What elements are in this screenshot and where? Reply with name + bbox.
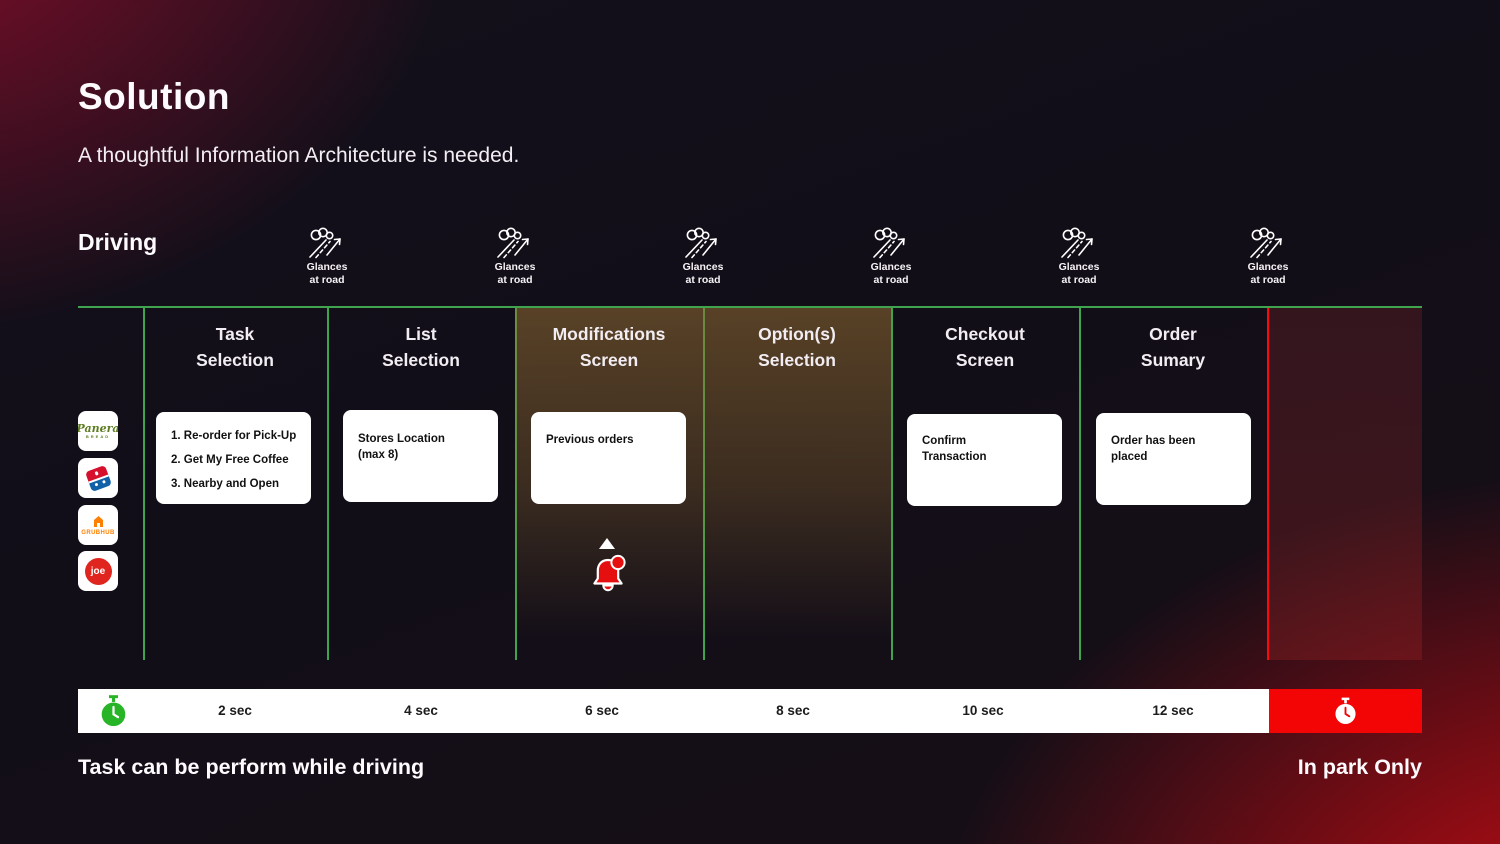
- footer-park-only-label: In park Only: [1298, 755, 1422, 780]
- card-line: Order has been: [1111, 433, 1241, 449]
- pointer-up-icon: [599, 538, 615, 549]
- stopwatch-green-icon: [100, 695, 127, 728]
- card-list-selection: Stores Location (max 8): [343, 410, 498, 502]
- card-task-selection: 1. Re-order for Pick-Up 2. Get My Free C…: [156, 412, 311, 504]
- glance-marker: Glancesat road: [1024, 227, 1134, 287]
- column-header-modifications-screen: ModificationsScreen: [515, 321, 703, 373]
- app-tile-panera: Panera BREAD: [78, 411, 118, 451]
- app-tile-joe: joe: [78, 551, 118, 591]
- card-line: placed: [1111, 449, 1241, 465]
- column-header-order-summary: OrderSumary: [1079, 321, 1267, 373]
- card-line: 2. Get My Free Coffee: [171, 452, 301, 468]
- grubhub-logo-icon: [91, 515, 106, 529]
- card-order-summary: Order has been placed: [1096, 413, 1251, 505]
- page-title: Solution: [78, 76, 230, 118]
- card-checkout-screen: Confirm Transaction: [907, 414, 1062, 506]
- glance-marker: Glancesat road: [460, 227, 570, 287]
- glance-label: Glancesat road: [836, 261, 946, 287]
- glance-marker: Glancesat road: [836, 227, 946, 287]
- glances-at-road-icon: [1059, 227, 1099, 259]
- glance-label: Glancesat road: [1024, 261, 1134, 287]
- column-header-task-selection: TaskSelection: [141, 321, 329, 373]
- glances-at-road-icon: [1248, 227, 1288, 259]
- column-header-list-selection: ListSelection: [327, 321, 515, 373]
- app-tile-grubhub: GRUBHUB: [78, 505, 118, 545]
- time-label: 8 sec: [733, 703, 853, 718]
- time-label: 12 sec: [1113, 703, 1233, 718]
- time-label: 10 sec: [923, 703, 1043, 718]
- card-modifications-screen: Previous orders: [531, 412, 686, 504]
- column-header-options-selection: Option(s)Selection: [703, 321, 891, 373]
- card-line: Stores Location: [358, 431, 488, 447]
- time-label: 4 sec: [361, 703, 481, 718]
- app-tile-dominos: [78, 458, 118, 498]
- park-only-time-bar: [1269, 689, 1422, 733]
- glance-marker: Glancesat road: [648, 227, 758, 287]
- glances-at-road-icon: [871, 227, 911, 259]
- dominos-logo: [85, 465, 112, 492]
- glance-marker: Glancesat road: [272, 227, 382, 287]
- slide: Solution A thoughtful Information Archit…: [0, 0, 1500, 844]
- page-subtitle: A thoughtful Information Architecture is…: [78, 144, 519, 168]
- park-only-zone: [1269, 308, 1422, 660]
- time-label: 6 sec: [542, 703, 662, 718]
- card-line: 1. Re-order for Pick-Up: [171, 428, 301, 444]
- glance-label: Glancesat road: [648, 261, 758, 287]
- card-line: (max 8): [358, 447, 488, 463]
- glances-at-road-icon: [307, 227, 347, 259]
- park-zone-divider: [1267, 308, 1269, 660]
- card-line: 3. Nearby and Open: [171, 476, 301, 492]
- glance-label: Glancesat road: [272, 261, 382, 287]
- driving-label: Driving: [78, 229, 157, 256]
- footer-driving-label: Task can be perform while driving: [78, 755, 424, 780]
- grubhub-logo-text: GRUBHUB: [81, 530, 114, 536]
- glance-marker: Glancesat road: [1213, 227, 1323, 287]
- card-line: Transaction: [922, 449, 1052, 465]
- column-header-checkout-screen: CheckoutScreen: [891, 321, 1079, 373]
- glance-label: Glancesat road: [1213, 261, 1323, 287]
- notification-bell-icon: [588, 553, 628, 602]
- panera-logo: Panera: [78, 423, 118, 434]
- glance-label: Glancesat road: [460, 261, 570, 287]
- glances-at-road-icon: [683, 227, 723, 259]
- card-line: Confirm: [922, 433, 1052, 449]
- glances-at-road-icon: [495, 227, 535, 259]
- joe-logo: joe: [85, 558, 112, 585]
- timeline-top-rule: [78, 306, 1422, 308]
- time-label: 2 sec: [175, 703, 295, 718]
- stopwatch-red-icon: [1334, 697, 1357, 726]
- card-line: Previous orders: [546, 432, 676, 448]
